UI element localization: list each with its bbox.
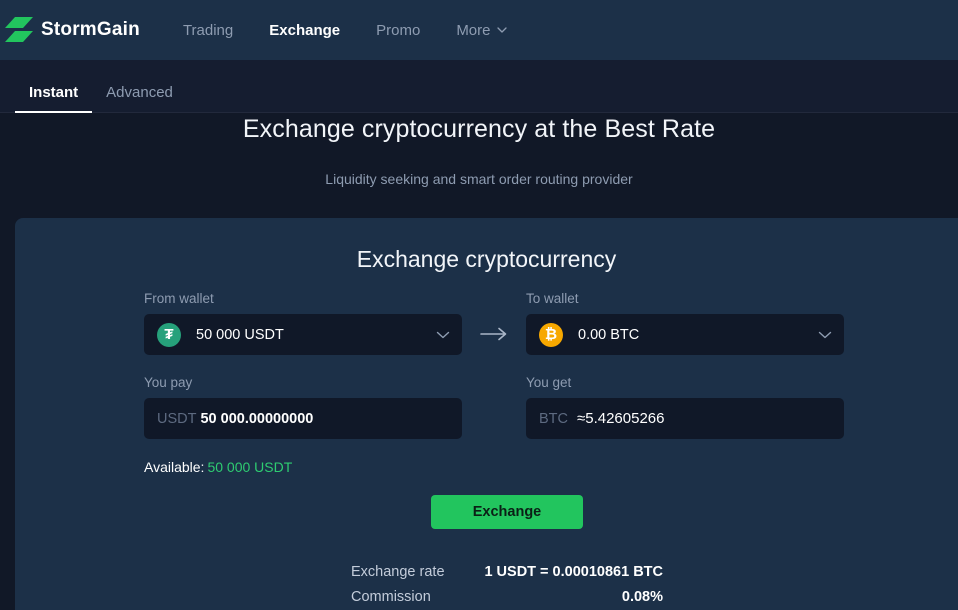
to-wallet-group: To wallet ₿ 0.00 BTC — [526, 291, 844, 355]
nav-item-promo[interactable]: Promo — [358, 22, 438, 39]
bitcoin-icon: ₿ — [539, 322, 563, 347]
to-wallet-label: To wallet — [526, 291, 579, 306]
top-navigation-bar: StormGain Trading Exchange Promo More — [0, 0, 958, 60]
you-get-input[interactable]: BTC ≈5.42605266 — [526, 398, 844, 439]
available-label: Available: — [144, 459, 205, 475]
you-pay-input[interactable]: USDT 50 000.00000000 — [144, 398, 462, 439]
wallet-row: From wallet ₮ 50 000 USDT To wallet ₿ 0.… — [144, 291, 844, 355]
stormgain-lightning-logo-icon — [5, 17, 33, 42]
exchange-card: Exchange cryptocurrency From wallet ₮ 50… — [15, 218, 958, 610]
commission-value: 0.08% — [621, 589, 663, 605]
you-pay-value: 50 000.00000000 — [200, 410, 314, 427]
from-wallet-group: From wallet ₮ 50 000 USDT — [144, 291, 462, 355]
tab-advanced-label: Advanced — [106, 84, 173, 101]
commission-label: Commission — [351, 589, 431, 605]
exchange-rate-label: Exchange rate — [351, 564, 445, 580]
nav-item-exchange[interactable]: Exchange — [251, 22, 358, 39]
exchange-button[interactable]: Exchange — [431, 495, 583, 529]
from-wallet-selector[interactable]: ₮ 50 000 USDT — [144, 314, 462, 355]
tab-advanced[interactable]: Advanced — [92, 84, 187, 113]
usdt-symbol: ₮ — [164, 326, 174, 343]
nav-item-promo-label: Promo — [376, 21, 421, 39]
nav-item-trading-label: Trading — [182, 21, 234, 39]
amount-row: You pay USDT 50 000.00000000 Available: 5… — [144, 375, 844, 475]
card-title: Exchange cryptocurrency — [356, 246, 617, 272]
hero-section: Exchange cryptocurrency at the Best Rate… — [0, 113, 958, 187]
you-get-group: You get BTC ≈5.42605266 — [526, 375, 844, 439]
chevron-down-icon[interactable] — [436, 331, 450, 339]
exchange-rate-row: Exchange rate 1 USDT = 0.00010861 BTC — [351, 564, 663, 580]
nav-item-exchange-label: Exchange — [269, 21, 341, 39]
page-subtitle: Liquidity seeking and smart order routin… — [325, 171, 633, 187]
rate-summary: Exchange rate 1 USDT = 0.00010861 BTC Co… — [351, 564, 663, 610]
available-balance: Available: 50 000 USDT — [144, 459, 462, 475]
to-wallet-selector[interactable]: ₿ 0.00 BTC — [526, 314, 844, 355]
nav-item-trading[interactable]: Trading — [165, 22, 251, 39]
arrow-right-icon — [480, 327, 507, 340]
you-pay-group: You pay USDT 50 000.00000000 Available: 5… — [144, 375, 462, 475]
available-amount: 50 000 USDT — [207, 459, 293, 475]
nav-links: Trading Exchange Promo More — [165, 22, 525, 39]
wallet-arrow-cell — [462, 291, 526, 354]
you-get-currency: BTC — [539, 410, 568, 427]
brand-logo[interactable]: StormGain — [4, 16, 140, 44]
exchange-page: StormGain Trading Exchange Promo More In… — [0, 0, 958, 610]
chevron-down-icon — [496, 27, 507, 33]
exchange-form: From wallet ₮ 50 000 USDT To wallet ₿ 0.… — [144, 291, 844, 475]
to-wallet-value: 0.00 BTC — [578, 326, 640, 343]
from-wallet-value: 50 000 USDT — [196, 326, 284, 343]
you-pay-currency: USDT — [157, 410, 197, 427]
btc-symbol: ₿ — [544, 326, 558, 343]
tab-instant-label: Instant — [29, 84, 79, 101]
you-get-value: ≈5.42605266 — [577, 410, 665, 427]
tab-instant[interactable]: Instant — [15, 84, 93, 113]
nav-item-more[interactable]: More — [438, 22, 524, 39]
you-get-label: You get — [526, 375, 572, 390]
page-title: Exchange cryptocurrency at the Best Rate — [242, 115, 716, 143]
nav-item-more-label: More — [456, 21, 491, 39]
tab-bar: Instant Advanced — [0, 60, 958, 113]
commission-row: Commission 0.08% — [351, 589, 663, 605]
exchange-rate-value: 1 USDT = 0.00010861 BTC — [484, 564, 663, 580]
you-pay-label: You pay — [144, 375, 193, 390]
from-wallet-label: From wallet — [144, 291, 214, 306]
usdt-tether-icon: ₮ — [157, 322, 181, 347]
chevron-down-icon[interactable] — [818, 331, 832, 339]
brand-name: StormGain — [41, 19, 140, 40]
